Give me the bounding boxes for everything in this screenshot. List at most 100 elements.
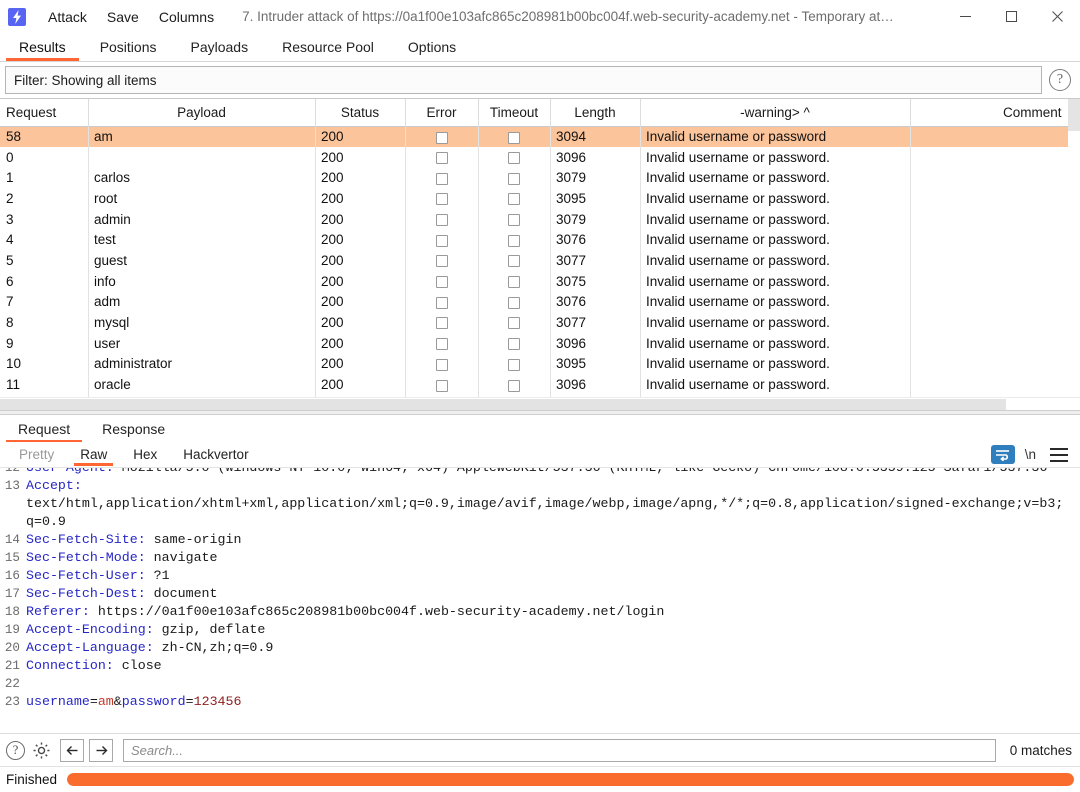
cell-status: 200 [321,190,344,206]
cell-timeout-checkbox[interactable] [478,188,550,209]
cell-timeout-checkbox[interactable] [478,354,550,375]
search-next-button[interactable] [89,738,113,762]
request-header-line: 20 Accept-Language: zh-CN,zh;q=0.9 [0,639,1080,657]
view-tab-pretty[interactable]: Pretty [6,443,67,467]
newline-toggle[interactable]: \n [1025,447,1036,462]
cell-error-checkbox[interactable] [405,229,478,250]
minimize-icon[interactable] [942,0,988,33]
cell-timeout-checkbox[interactable] [478,126,550,147]
col-header-comment[interactable]: Comment [910,99,1069,127]
tab-payloads[interactable]: Payloads [174,33,266,61]
cell-payload: adm [94,294,121,310]
cell-status: 200 [321,170,344,186]
col-header-error[interactable]: Error [405,99,479,127]
cell-warning: Invalid username or password. [646,232,830,248]
col-header-payload[interactable]: Payload [88,99,316,127]
table-row[interactable]: 9 user 200 3096 Invalid username or password… [0,333,1068,354]
table-row[interactable]: 1 carlos 200 3079 Invalid username or passwo… [0,167,1068,188]
request-line: text/html,application/xhtml+xml,applicat… [0,495,1080,513]
cell-error-checkbox[interactable] [405,147,478,168]
table-row[interactable]: 5 guest 200 3077 Invalid username or passwor… [0,250,1068,271]
close-icon[interactable] [1034,0,1080,33]
intruder-attack-window: Attack Save Columns 7. Intruder attack o… [0,0,1080,792]
line-number: 19 [4,623,20,637]
question-mark-icon[interactable]: ? [1049,69,1071,91]
results-vertical-scrollbar[interactable] [1068,99,1080,410]
question-mark-icon[interactable]: ? [6,740,25,760]
table-row[interactable]: 2 root 200 3095 Invalid username or password… [0,188,1068,209]
cell-warning: Invalid username or password. [646,273,830,289]
cell-error-checkbox[interactable] [405,312,478,333]
cell-timeout-checkbox[interactable] [478,209,550,230]
menu-attack[interactable]: Attack [38,6,97,28]
table-row[interactable]: 0 200 3096 Invalid username or password. [0,147,1068,168]
search-prev-button[interactable] [60,738,84,762]
cell-timeout-checkbox[interactable] [478,312,550,333]
search-match-count: 0 matches [1009,742,1072,758]
cell-timeout-checkbox[interactable] [478,167,550,188]
cell-comment [910,250,1068,271]
word-wrap-icon[interactable] [990,445,1015,464]
cell-length: 3094 [550,126,640,147]
tab-results[interactable]: Results [2,33,83,61]
cell-error-checkbox[interactable] [405,209,478,230]
cell-payload: info [94,273,116,289]
table-row[interactable]: 8 mysql 200 3077 Invalid username or passwor… [0,312,1068,333]
view-tab-hex[interactable]: Hex [120,443,170,467]
cell-error-checkbox[interactable] [405,354,478,375]
cell-error-checkbox[interactable] [405,333,478,354]
menu-columns[interactable]: Columns [149,6,224,28]
tab-positions[interactable]: Positions [83,33,174,61]
tab-request[interactable]: Request [2,415,86,442]
tab-response[interactable]: Response [86,415,181,442]
cell-timeout-checkbox[interactable] [478,229,550,250]
cell-error-checkbox[interactable] [405,292,478,313]
cell-timeout-checkbox[interactable] [478,333,550,354]
tab-resource-pool[interactable]: Resource Pool [265,33,391,61]
view-tab-raw[interactable]: Raw [67,443,120,467]
table-row[interactable]: 3 admin 200 3079 Invalid username or passwor… [0,209,1068,230]
table-row[interactable]: 7 adm 200 3076 Invalid username or password. [0,292,1068,313]
results-horizontal-scrollbar[interactable] [0,397,1080,410]
message-search-bar: ? Search... 0 matches [0,733,1080,766]
raw-request-viewer[interactable]: 12 User-Agent: Mozilla/5.0 (Windows NT 10… [0,468,1080,733]
cell-error-checkbox[interactable] [405,167,478,188]
table-row[interactable]: 4 test 200 3076 Invalid username or password… [0,229,1068,250]
gear-icon[interactable] [32,741,51,760]
cell-request: 10 [6,356,22,372]
cell-error-checkbox[interactable] [405,374,478,395]
maximize-icon[interactable] [988,0,1034,33]
request-header-line: 12 User-Agent: Mozilla/5.0 (Windows NT 10… [0,468,1080,477]
cell-timeout-checkbox[interactable] [478,374,550,395]
col-header-warning[interactable]: -warning> ^ [640,99,911,127]
menu-save[interactable]: Save [97,6,149,28]
search-input[interactable]: Search... [123,738,996,762]
col-header-status[interactable]: Status [315,99,406,127]
cell-timeout-checkbox[interactable] [478,292,550,313]
cell-payload: oracle [94,377,131,393]
col-header-timeout[interactable]: Timeout [478,99,551,127]
cell-timeout-checkbox[interactable] [478,147,550,168]
tab-options[interactable]: Options [391,33,473,61]
cell-warning: Invalid username or password. [646,252,830,268]
cell-timeout-checkbox[interactable] [478,271,550,292]
cell-warning: Invalid username or password. [646,377,830,393]
cell-error-checkbox[interactable] [405,126,478,147]
cell-request: 6 [6,273,14,289]
cell-error-checkbox[interactable] [405,188,478,209]
cell-error-checkbox[interactable] [405,271,478,292]
title-bar: Attack Save Columns 7. Intruder attack o… [0,0,1080,33]
line-number: 12 [4,468,20,475]
filter-field[interactable]: Filter: Showing all items [5,66,1042,94]
cell-payload: guest [94,252,128,268]
col-header-request[interactable]: Request [0,99,89,127]
hamburger-menu-icon[interactable] [1050,447,1068,462]
table-row[interactable]: 6 info 200 3075 Invalid username or password… [0,271,1068,292]
cell-error-checkbox[interactable] [405,250,478,271]
col-header-length[interactable]: Length [550,99,641,127]
table-row[interactable]: 58 am 200 3094 Invalid username or password [0,126,1068,147]
table-row[interactable]: 11 oracle 200 3096 Invalid username or passw… [0,374,1068,395]
view-tab-hackvertor[interactable]: Hackvertor [170,443,261,467]
cell-timeout-checkbox[interactable] [478,250,550,271]
table-row[interactable]: 10 administrator 200 3095 Invalid username o… [0,354,1068,375]
